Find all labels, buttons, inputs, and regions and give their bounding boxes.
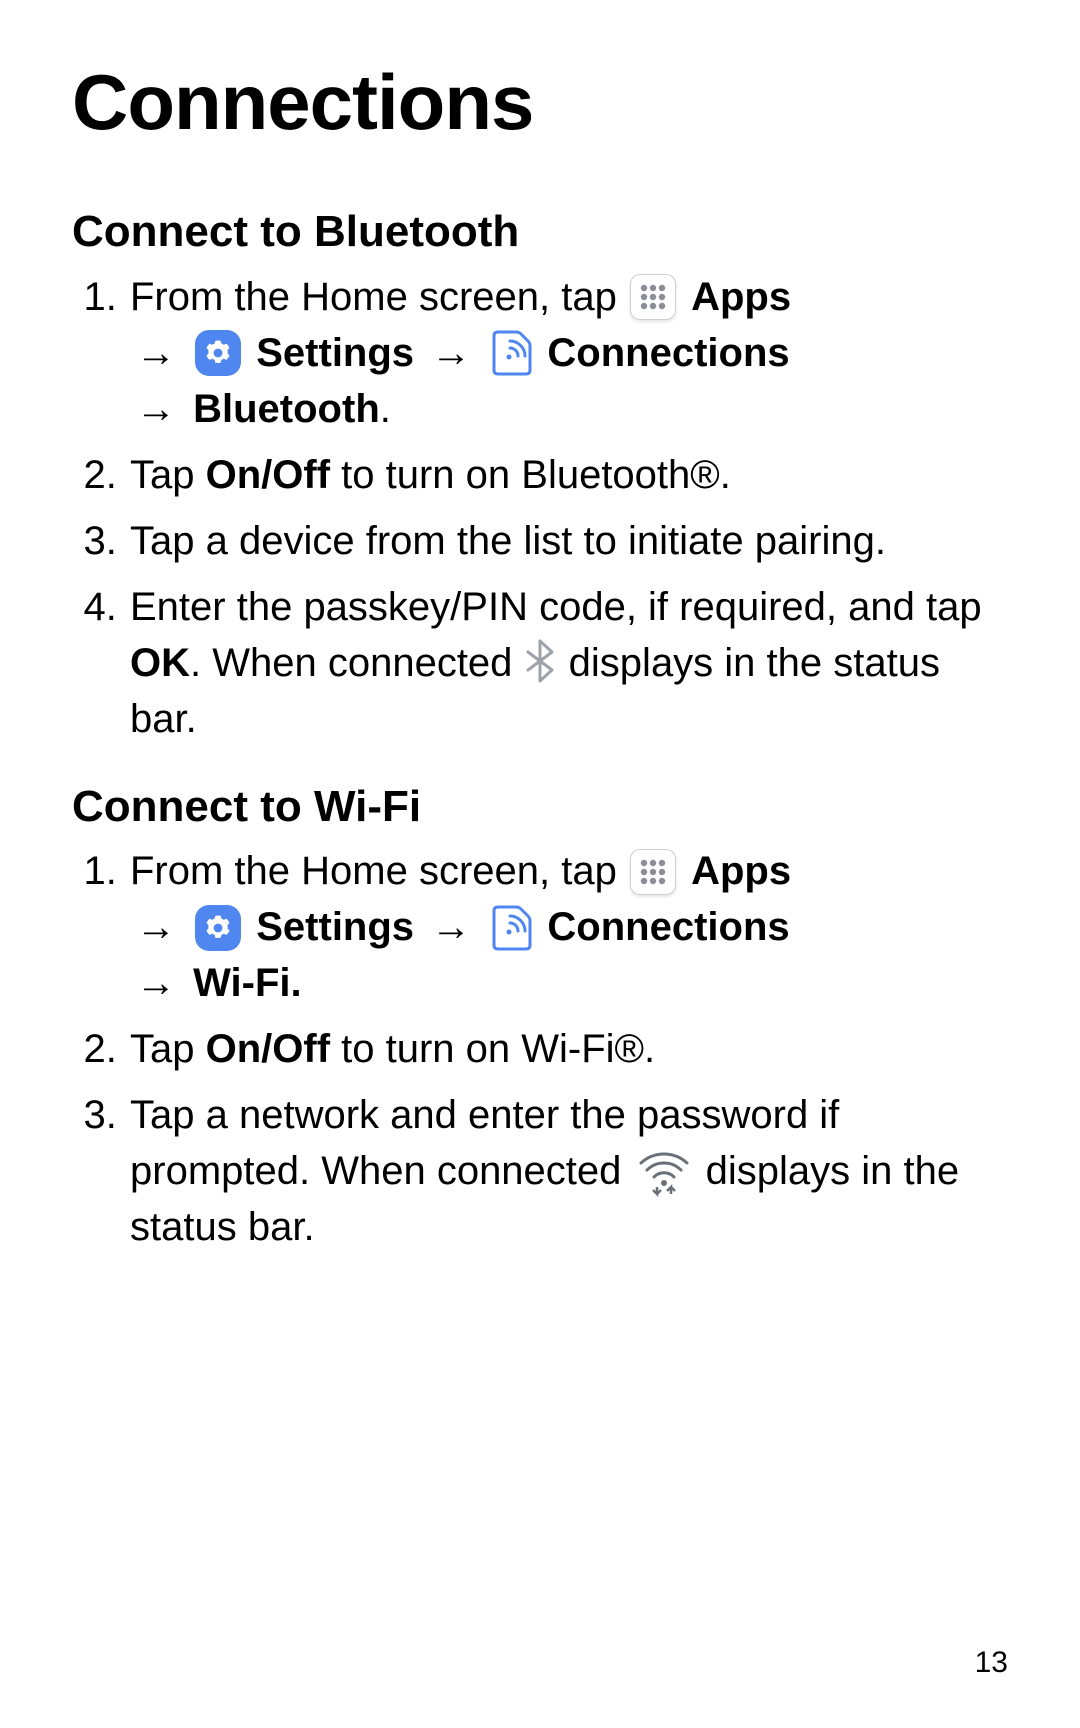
settings-gear-icon (195, 330, 241, 376)
wifi-step-1: From the Home screen, tap Apps → (128, 843, 1008, 1011)
text: Enter the passkey/PIN code, if required,… (130, 585, 982, 629)
wifi-step-2: Tap On/Off to turn on Wi-Fi®. (128, 1021, 1008, 1077)
bluetooth-step-1: From the Home screen, tap Apps → (128, 269, 1008, 437)
connections-icon (490, 328, 532, 378)
text: to turn on Bluetooth®. (330, 453, 731, 497)
apps-icon (630, 849, 676, 895)
wifi-steps: From the Home screen, tap Apps → (72, 843, 1008, 1255)
wifi-status-icon (635, 1147, 693, 1197)
arrow-icon: → (130, 955, 182, 1011)
text: From the Home screen, tap (130, 275, 628, 319)
settings-label: Settings (256, 905, 414, 949)
connections-icon (490, 903, 532, 953)
on-off-label: On/Off (206, 1027, 330, 1071)
bluetooth-status-icon (526, 639, 556, 683)
connections-label: Connections (547, 331, 789, 375)
arrow-icon: → (130, 899, 182, 955)
arrow-icon: → (425, 899, 477, 955)
wifi-step-3: Tap a network and enter the password if … (128, 1087, 1008, 1255)
text: to turn on Wi-Fi®. (330, 1027, 655, 1071)
bluetooth-step-2: Tap On/Off to turn on Bluetooth®. (128, 447, 1008, 503)
arrow-icon: → (425, 325, 477, 381)
wifi-heading: Connect to Wi-Fi (72, 781, 1008, 834)
wifi-label: Wi-Fi. (193, 961, 302, 1005)
page: Connections Connect to Bluetooth From th… (0, 0, 1080, 1728)
arrow-icon: → (130, 381, 182, 437)
period: . (380, 387, 391, 431)
ok-label: OK (130, 641, 190, 685)
arrow-icon: → (130, 325, 182, 381)
bluetooth-step-4: Enter the passkey/PIN code, if required,… (128, 579, 1008, 747)
page-number: 13 (975, 1646, 1008, 1680)
connections-label: Connections (547, 905, 789, 949)
text: Tap (130, 453, 206, 497)
apps-icon (630, 274, 676, 320)
text: From the Home screen, tap (130, 849, 628, 893)
page-title: Connections (72, 60, 1008, 146)
text: Tap (130, 1027, 206, 1071)
text: Tap a device from the list to initiate p… (130, 519, 886, 563)
bluetooth-step-3: Tap a device from the list to initiate p… (128, 513, 1008, 569)
bluetooth-steps: From the Home screen, tap Apps → (72, 269, 1008, 747)
apps-label: Apps (691, 275, 791, 319)
apps-label: Apps (691, 849, 791, 893)
bluetooth-label: Bluetooth (193, 387, 380, 431)
bluetooth-heading: Connect to Bluetooth (72, 206, 1008, 259)
text: . When connected (190, 641, 524, 685)
settings-gear-icon (195, 905, 241, 951)
on-off-label: On/Off (206, 453, 330, 497)
settings-label: Settings (256, 331, 414, 375)
